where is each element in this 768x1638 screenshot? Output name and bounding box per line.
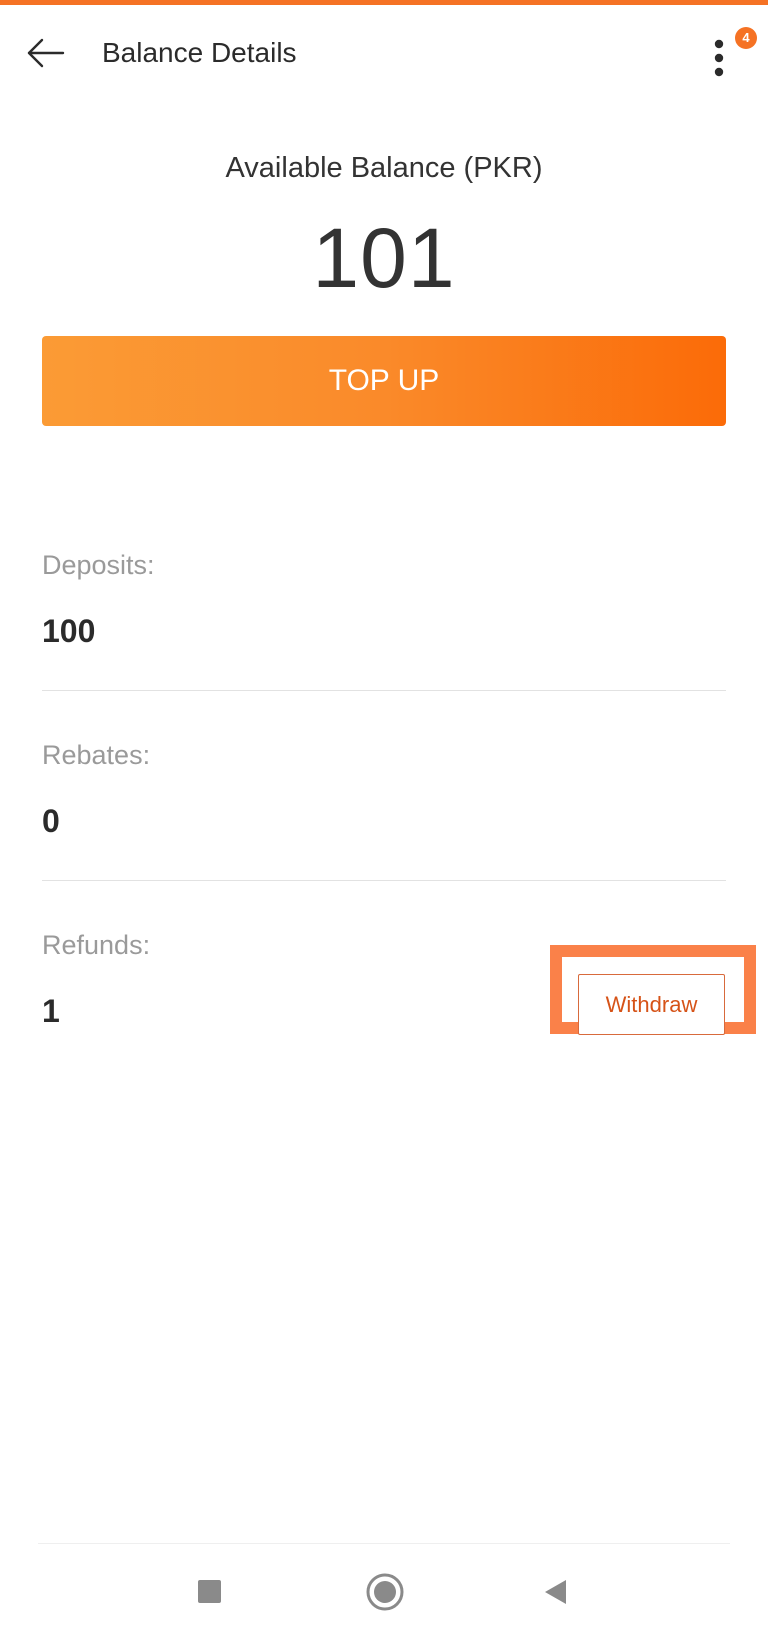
circle-icon: [366, 1573, 404, 1611]
divider: [42, 880, 726, 881]
arrow-left-icon: [27, 38, 65, 68]
deposits-label: Deposits:: [42, 550, 155, 580]
notification-badge: 4: [735, 27, 757, 49]
recents-button[interactable]: [182, 1564, 238, 1620]
more-vertical-icon: [714, 39, 724, 77]
system-back-button[interactable]: [528, 1564, 584, 1620]
refunds-label: Refunds:: [42, 930, 151, 960]
triangle-back-icon: [545, 1580, 566, 1604]
home-button[interactable]: [357, 1564, 413, 1620]
available-balance-label: Available Balance (PKR): [225, 152, 543, 184]
available-balance-amount: 101: [312, 211, 456, 305]
divider: [42, 690, 726, 691]
system-navigation-bar: [0, 1544, 768, 1638]
app-header: Balance Details 4: [0, 5, 768, 101]
back-button[interactable]: [22, 29, 70, 77]
withdraw-button[interactable]: Withdraw: [578, 974, 725, 1035]
refunds-value: 1: [42, 993, 60, 1029]
rebates-label: Rebates:: [42, 740, 151, 770]
more-options-button[interactable]: 4: [700, 27, 757, 87]
top-up-button[interactable]: TOP UP: [42, 336, 726, 426]
deposits-value: 100: [42, 613, 96, 649]
square-icon: [198, 1580, 221, 1603]
rebates-value: 0: [42, 803, 60, 839]
page-title: Balance Details: [102, 37, 297, 68]
